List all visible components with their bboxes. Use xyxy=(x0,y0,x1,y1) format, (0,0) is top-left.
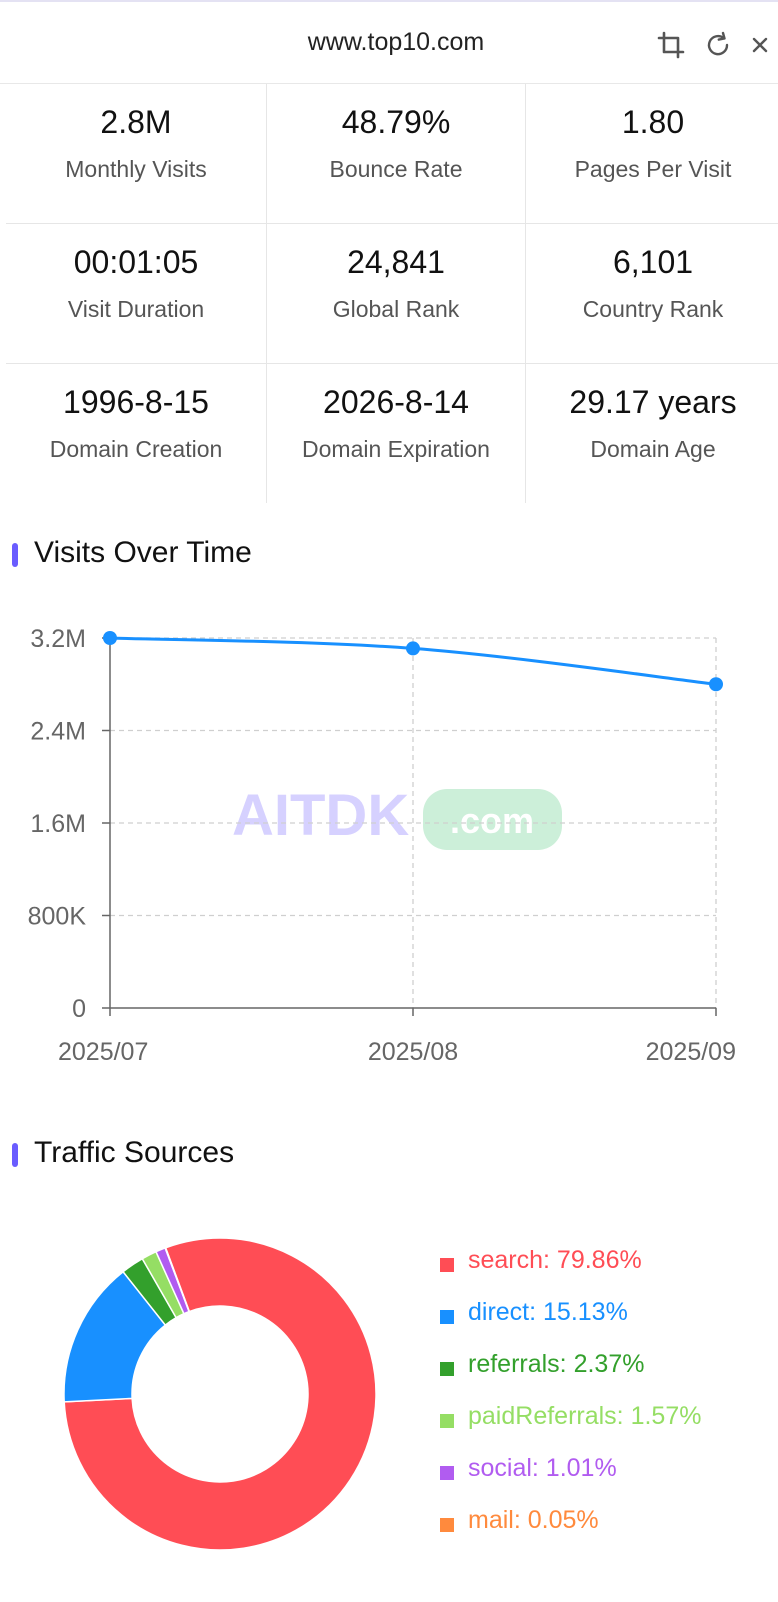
traffic-donut-chart xyxy=(63,1237,377,1551)
traffic-legend: search: 79.86% direct: 15.13% referrals: 2… xyxy=(440,1246,701,1558)
stat-global-rank: 24,841 Global Rank xyxy=(267,224,526,363)
legend-swatch xyxy=(440,1258,454,1272)
stat-value: 1996-8-15 xyxy=(63,384,209,420)
stat-pages-per-visit: 1.80 Pages Per Visit xyxy=(526,84,778,223)
stats-row: 00:01:05 Visit Duration 24,841 Global Ra… xyxy=(6,224,778,364)
stat-label: Visit Duration xyxy=(67,296,205,322)
traffic-section-title: Traffic Sources xyxy=(12,1136,234,1170)
legend-label: direct: 15.13% xyxy=(468,1298,628,1326)
stat-label: Pages Per Visit xyxy=(574,156,732,182)
stat-value: 2026-8-14 xyxy=(323,384,469,420)
stat-domain-creation: 1996-8-15 Domain Creation xyxy=(6,364,267,503)
stat-domain-expiration: 2026-8-14 Domain Expiration xyxy=(267,364,526,503)
stats-row: 2.8M Monthly Visits 48.79% Bounce Rate 1… xyxy=(6,84,778,224)
visits-line-chart: AITDK .com 0 800K 1.6M 2.4M 3.2M 2025/07 2025/… xyxy=(28,625,736,1066)
stat-label: Country Rank xyxy=(582,296,724,322)
stat-label: Domain Expiration xyxy=(302,436,490,462)
close-icon[interactable] xyxy=(748,30,778,60)
section-accent-bar xyxy=(12,543,18,567)
y-tick-label: 0 xyxy=(72,995,86,1023)
stat-value: 00:01:05 xyxy=(73,244,199,280)
y-tick-label: 3.2M xyxy=(30,625,86,653)
stat-label: Monthly Visits xyxy=(65,156,207,182)
x-tick-label: 2025/07 xyxy=(58,1038,148,1066)
stat-value: 2.8M xyxy=(100,104,172,140)
legend-item-mail[interactable]: mail: 0.05% xyxy=(440,1506,701,1558)
stat-value: 6,101 xyxy=(612,244,694,280)
stat-label: Domain Age xyxy=(590,436,716,462)
x-tick-label: 2025/08 xyxy=(368,1038,458,1066)
y-tick-label: 2.4M xyxy=(30,718,86,746)
stat-label: Global Rank xyxy=(332,296,460,322)
stat-monthly-visits: 2.8M Monthly Visits xyxy=(6,84,267,223)
x-tick-label: 2025/09 xyxy=(646,1038,736,1066)
section-accent-bar xyxy=(12,1143,18,1167)
legend-item-referrals[interactable]: referrals: 2.37% xyxy=(440,1350,701,1402)
stat-value: 48.79% xyxy=(341,104,451,140)
stat-visit-duration: 00:01:05 Visit Duration xyxy=(6,224,267,363)
traffic-section-label: Traffic Sources xyxy=(34,1136,235,1169)
watermark-text: AITDK xyxy=(232,783,409,848)
stat-value: 29.17 years xyxy=(569,384,737,420)
watermark-badge-text: .com xyxy=(450,800,534,841)
stat-label: Domain Creation xyxy=(49,436,223,462)
legend-label: paidReferrals: 1.57% xyxy=(468,1402,702,1430)
stat-country-rank: 6,101 Country Rank xyxy=(526,224,778,363)
stat-value: 24,841 xyxy=(347,244,445,280)
legend-swatch xyxy=(440,1518,454,1532)
visits-data-point[interactable] xyxy=(406,641,420,656)
legend-label: search: 79.86% xyxy=(468,1246,642,1274)
stat-value: 1.80 xyxy=(621,104,685,140)
legend-swatch xyxy=(440,1310,454,1324)
stat-bounce-rate: 48.79% Bounce Rate xyxy=(267,84,526,223)
top-bar: www.top10.com xyxy=(0,0,778,84)
stat-domain-age: 29.17 years Domain Age xyxy=(526,364,778,503)
y-tick-label: 1.6M xyxy=(30,810,86,838)
legend-item-search[interactable]: search: 79.86% xyxy=(440,1246,701,1298)
stats-grid: 2.8M Monthly Visits 48.79% Bounce Rate 1… xyxy=(6,84,778,503)
stats-row: 1996-8-15 Domain Creation 2026-8-14 Doma… xyxy=(6,364,778,503)
legend-swatch xyxy=(440,1362,454,1376)
legend-item-paidreferrals[interactable]: paidReferrals: 1.57% xyxy=(440,1402,701,1454)
legend-swatch xyxy=(440,1466,454,1480)
legend-item-direct[interactable]: direct: 15.13% xyxy=(440,1298,701,1350)
stat-label: Bounce Rate xyxy=(329,156,463,182)
visits-section-label: Visits Over Time xyxy=(34,536,252,569)
legend-label: mail: 0.05% xyxy=(468,1506,599,1534)
visits-section-title: Visits Over Time xyxy=(12,536,252,570)
legend-swatch xyxy=(440,1414,454,1428)
visits-data-point[interactable] xyxy=(709,677,723,692)
y-tick-label: 800K xyxy=(28,903,87,931)
crop-icon[interactable] xyxy=(656,30,686,60)
legend-label: referrals: 2.37% xyxy=(468,1350,645,1378)
legend-item-social[interactable]: social: 1.01% xyxy=(440,1454,701,1506)
refresh-icon[interactable] xyxy=(703,30,733,60)
visits-data-point[interactable] xyxy=(103,631,117,645)
legend-label: social: 1.01% xyxy=(468,1454,617,1482)
